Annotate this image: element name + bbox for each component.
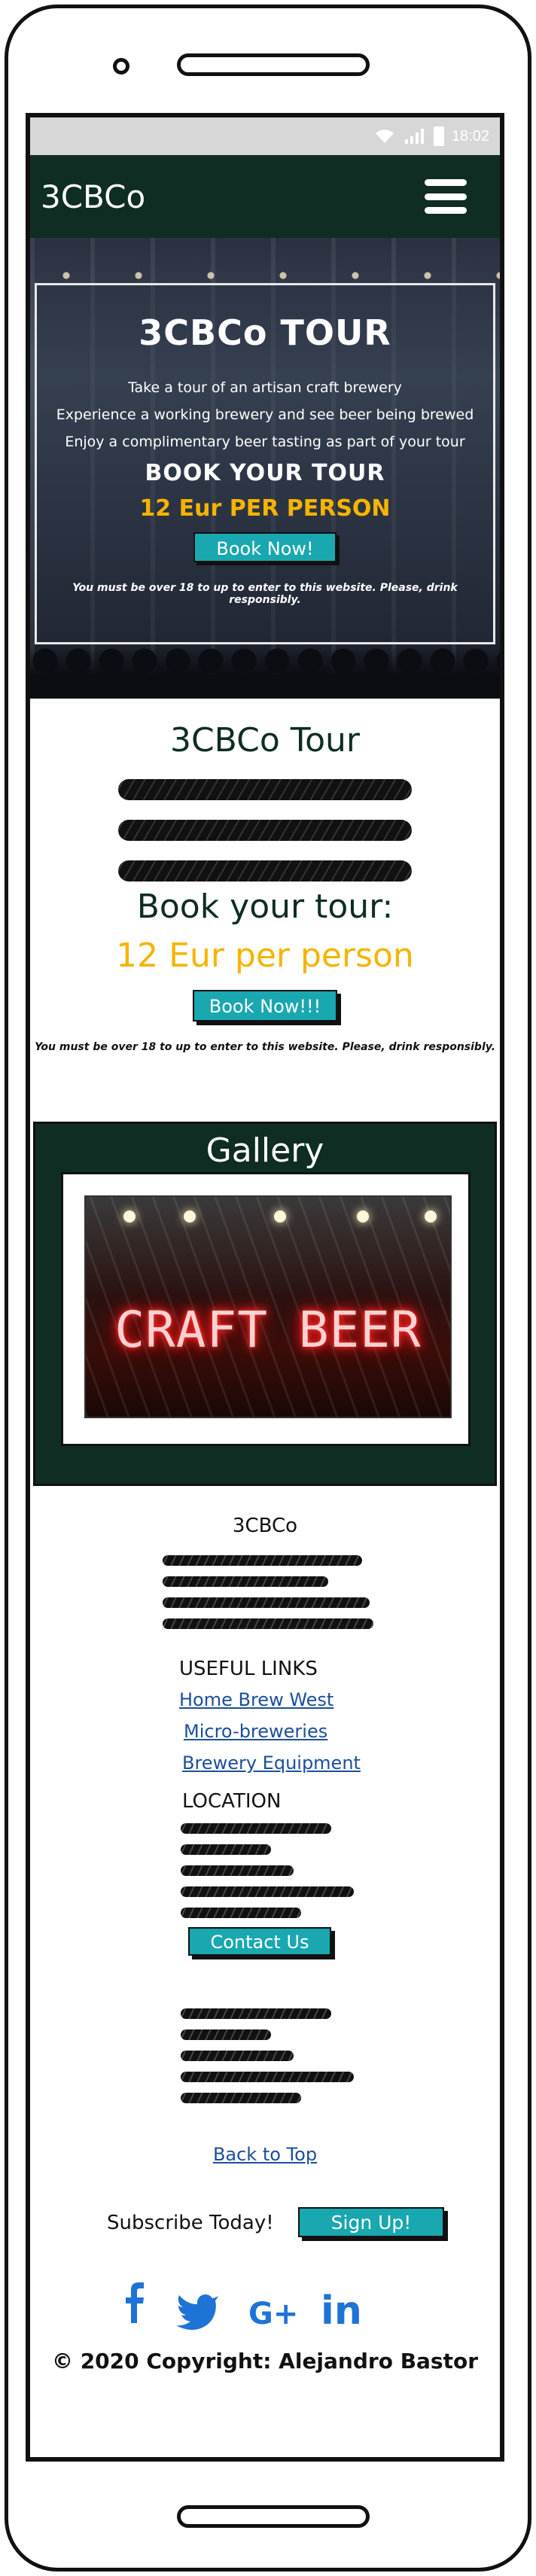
useful-links-heading: USEFUL LINKS — [179, 1658, 318, 1680]
hero-age-warning: You must be over 18 to up to enter to th… — [72, 582, 458, 606]
navbar: 3CBCo — [30, 155, 500, 238]
facebook-icon[interactable] — [123, 2279, 146, 2325]
gallery-section: Gallery CRAFT BEER — [33, 1122, 497, 1486]
hero-line: Enjoy a complimentary beer tasting as pa… — [65, 434, 465, 450]
speaker-slot — [177, 53, 370, 76]
gallery-frame: CRAFT BEER — [61, 1172, 471, 1446]
gallery-image[interactable]: CRAFT BEER — [84, 1195, 452, 1418]
contact-placeholder-scribbles — [181, 1998, 376, 2103]
hero-background-crowd — [30, 646, 500, 699]
home-button[interactable] — [177, 2505, 370, 2528]
hero-line: Experience a working brewery and see bee… — [56, 406, 474, 423]
copyright-text: © 2020 Copyright: Alejandro Bastor — [30, 2349, 500, 2374]
link-micro-breweries[interactable]: Micro-breweries — [184, 1721, 327, 1742]
hero-book-heading: BOOK YOUR TOUR — [145, 460, 385, 486]
hero-price: 12 Eur PER PERSON — [139, 495, 391, 522]
location-placeholder-scribbles — [181, 1813, 376, 1918]
twitter-icon[interactable] — [175, 2291, 220, 2331]
copyright-label: 2020 Copyright: Alejandro Bastor — [80, 2349, 479, 2374]
linkedin-icon[interactable]: in — [321, 2288, 362, 2334]
link-home-brew-west[interactable]: Home Brew West — [179, 1689, 333, 1710]
tour-book-now-button[interactable]: Book Now!!! — [193, 990, 337, 1022]
back-to-top-link[interactable]: Back to Top — [30, 2144, 500, 2165]
hero-background-lamps — [30, 268, 500, 283]
google-plus-icon[interactable]: G+ — [248, 2296, 298, 2332]
hero-title: 3CBCo TOUR — [139, 312, 391, 353]
footer-brand: 3CBCo — [232, 1515, 298, 1537]
footer: 3CBCo USEFUL LINKS Home Brew West Micro-… — [30, 1486, 500, 2374]
status-bar: 18:02 — [30, 117, 500, 155]
location-heading: LOCATION — [182, 1790, 282, 1813]
hero-banner: 3CBCo TOUR Take a tour of an artisan cra… — [30, 238, 500, 699]
camera-dot — [113, 58, 129, 75]
hero-line: Take a tour of an artisan craft brewery — [128, 379, 402, 396]
gallery-title: Gallery — [206, 1131, 324, 1170]
hero-book-now-button[interactable]: Book Now! — [193, 532, 337, 562]
placeholder-text-scribble — [118, 820, 412, 841]
footer-placeholder-scribbles — [163, 1545, 373, 1629]
battery-icon — [433, 126, 444, 146]
copyright-symbol: © — [51, 2349, 73, 2374]
wifi-icon — [375, 129, 394, 143]
tour-title: 3CBCo Tour — [169, 721, 361, 760]
link-brewery-equipment[interactable]: Brewery Equipment — [182, 1752, 361, 1774]
contact-us-button[interactable]: Contact Us — [188, 1927, 331, 1956]
placeholder-text-scribble — [118, 860, 412, 882]
tour-price: 12 Eur per person — [116, 936, 414, 975]
subscribe-label: Subscribe Today! — [107, 2212, 274, 2234]
tour-subtitle: Book your tour: — [136, 888, 394, 926]
sign-up-button[interactable]: Sign Up! — [298, 2207, 444, 2237]
tour-age-warning: You must be over 18 to up to enter to th… — [35, 1041, 495, 1053]
screen: 18:02 3CBCo 3CBCo TOUR Take a tour of an… — [26, 113, 504, 2462]
tour-section: 3CBCo Tour Book your tour: 12 Eur per pe… — [30, 699, 500, 1053]
signal-icon — [404, 129, 424, 144]
neon-sign-text: CRAFT BEER — [114, 1301, 422, 1359]
hamburger-menu-icon[interactable] — [425, 179, 467, 214]
placeholder-text-scribble — [118, 779, 412, 800]
status-time: 18:02 — [451, 127, 489, 145]
brand-logo[interactable]: 3CBCo — [41, 178, 145, 215]
hero-overlay-box: 3CBCo TOUR Take a tour of an artisan cra… — [35, 283, 495, 644]
